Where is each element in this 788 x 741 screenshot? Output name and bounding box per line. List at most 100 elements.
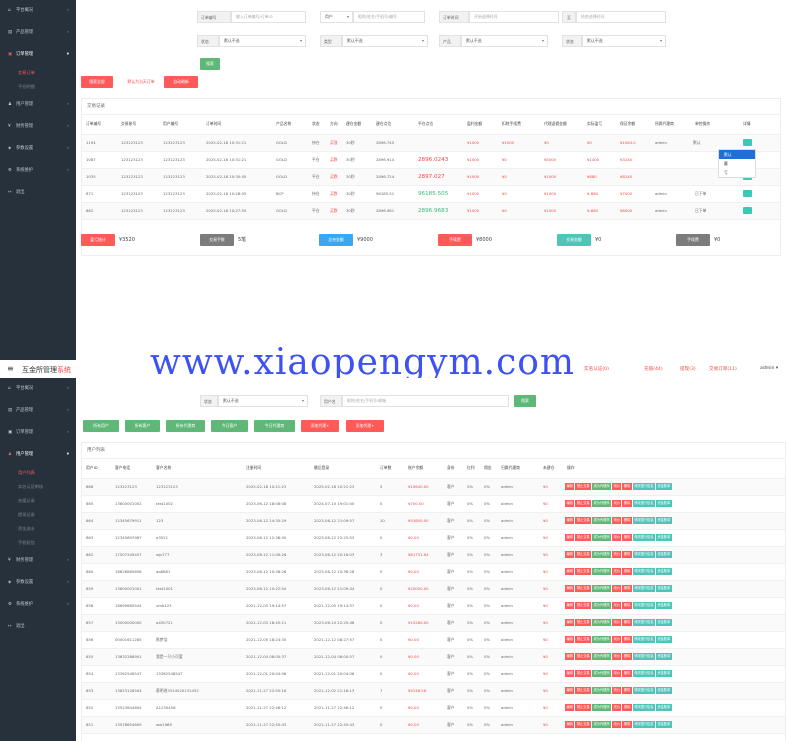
action-button[interactable]: 删除 <box>622 534 632 541</box>
action-button[interactable]: 禁止交易 <box>575 551 592 558</box>
action-button[interactable]: 编辑 <box>565 551 575 558</box>
search-button[interactable]: 搜索 <box>200 58 220 70</box>
action-button[interactable]: 资金账单 <box>655 568 672 575</box>
action-button[interactable]: 资金账单 <box>655 721 672 728</box>
notification-tag[interactable]: 提现(3) <box>680 366 696 372</box>
action-button[interactable]: 禁止交易 <box>575 687 592 694</box>
action-button[interactable]: 资金账单 <box>655 483 672 490</box>
action-button[interactable]: 禁止交易 <box>575 534 592 541</box>
action-button[interactable]: 成为代理商 <box>592 670 612 677</box>
product-select[interactable]: 默认不选 ▾ <box>461 35 548 47</box>
action-button[interactable]: 删除 <box>622 687 632 694</box>
action-button[interactable]: 编辑 <box>565 483 575 490</box>
action-button[interactable]: 资金账单 <box>655 517 672 524</box>
action-button[interactable]: 编辑 <box>565 602 575 609</box>
user-search-input[interactable]: 昵称/姓名/手机号/编号 <box>353 11 425 23</box>
action-button[interactable]: 改价 <box>612 721 622 728</box>
action-button[interactable]: 编辑 <box>565 534 575 541</box>
sidebar-subitem[interactable]: 平仓明细 <box>0 80 76 94</box>
action-button[interactable]: 禁止交易 <box>575 585 592 592</box>
action-button[interactable]: 编辑 <box>565 619 575 626</box>
action-button[interactable]: 删除 <box>622 619 632 626</box>
action-button[interactable]: 修改银行信息 <box>632 534 655 541</box>
action-button[interactable]: 禁止交易 <box>575 517 592 524</box>
sidebar-item[interactable]: ⌂ 平台概况 › <box>0 378 76 400</box>
action-button[interactable]: 改价 <box>612 585 622 592</box>
filter-tab[interactable]: 所有用户 <box>83 420 119 432</box>
sidebar-item[interactable]: ▤ 产品管理 › <box>0 400 76 422</box>
action-button[interactable]: 删除 <box>622 551 632 558</box>
action-button[interactable]: 删除 <box>622 585 632 592</box>
action-button[interactable]: 改价 <box>612 483 622 490</box>
filter-tab[interactable]: 添加代理+ <box>346 420 384 432</box>
action-button[interactable]: 资金账单 <box>655 585 672 592</box>
order-no-input[interactable]: 输入订单编号/订单ID <box>231 11 306 23</box>
type-select[interactable]: 默认不选 ▾ <box>342 35 428 47</box>
action-button[interactable]: 禁止交易 <box>575 670 592 677</box>
action-button[interactable]: 成为代理商 <box>592 500 612 507</box>
action-button[interactable]: 删除 <box>622 483 632 490</box>
sidebar-item[interactable]: ◈ 参数设置 › <box>0 572 76 594</box>
action-button[interactable]: 资金账单 <box>655 551 672 558</box>
action-button[interactable]: 编辑 <box>565 636 575 643</box>
detail-button[interactable] <box>743 207 752 214</box>
action-button[interactable]: 资金账单 <box>655 653 672 660</box>
notification-tag[interactable]: 充值(44) <box>644 366 663 372</box>
user-type-select[interactable]: 用户 ▾ <box>320 11 353 23</box>
dropdown-option[interactable]: 亏 <box>719 168 755 177</box>
action-button[interactable]: 成为代理商 <box>592 721 612 728</box>
action-button[interactable]: 改价 <box>612 517 622 524</box>
filter-tab[interactable]: 今日客户 <box>211 420 248 432</box>
state-select[interactable]: 默认不选 ▾ <box>582 35 666 47</box>
action-button[interactable]: 资金账单 <box>655 670 672 677</box>
action-button[interactable]: 改价 <box>612 500 622 507</box>
dropdown-option[interactable]: 赢 <box>719 159 755 168</box>
action-button[interactable]: 禁止交易 <box>575 721 592 728</box>
sidebar-item[interactable]: ¥ 财务管理 › <box>0 550 76 572</box>
action-button[interactable]: 改价 <box>612 534 622 541</box>
action-button[interactable]: 资金账单 <box>655 619 672 626</box>
sidebar-subitem[interactable]: 充值记录 <box>0 494 76 508</box>
default-today-button[interactable]: 默认为当天订单 <box>120 76 162 88</box>
menu-icon[interactable]: ≡ <box>7 364 14 373</box>
detail-button[interactable] <box>743 190 752 197</box>
action-button[interactable]: 修改银行信息 <box>632 619 655 626</box>
filter-tab[interactable]: 所有客户 <box>125 420 160 432</box>
detail-button[interactable] <box>743 139 752 146</box>
action-button[interactable]: 编辑 <box>565 585 575 592</box>
sidebar-item[interactable]: ♟ 用户管理 ▾ <box>0 444 76 466</box>
action-button[interactable]: 改价 <box>612 670 622 677</box>
auto-refresh-button[interactable]: 自动刷新 <box>164 76 198 88</box>
sidebar-item[interactable]: ⚙ 系统维护 › <box>0 160 76 182</box>
action-button[interactable]: 禁止交易 <box>575 602 592 609</box>
action-button[interactable]: 改价 <box>612 602 622 609</box>
action-button[interactable]: 删除 <box>622 602 632 609</box>
action-button[interactable]: 删除 <box>622 670 632 677</box>
action-button[interactable]: 修改银行信息 <box>632 551 655 558</box>
action-button[interactable]: 成为代理商 <box>592 602 612 609</box>
stat-label-button[interactable]: 总充金额 <box>319 234 353 246</box>
stat-label-button[interactable]: 交易手数 <box>200 234 234 246</box>
sidebar-subitem[interactable]: 实名认证审核 <box>0 480 76 494</box>
action-button[interactable]: 成为代理商 <box>592 568 612 575</box>
sidebar-subitem[interactable]: 提现记录 <box>0 508 76 522</box>
action-button[interactable]: 删除 <box>622 568 632 575</box>
action-button[interactable]: 资金账单 <box>655 602 672 609</box>
action-button[interactable]: 成为代理商 <box>592 687 612 694</box>
action-button[interactable]: 删除 <box>622 704 632 711</box>
stat-label-button[interactable]: 手续费 <box>676 234 710 246</box>
stat-label-button[interactable]: 盈亏统计 <box>81 234 115 246</box>
dropdown-option[interactable]: 默认 <box>719 150 755 159</box>
sidebar-item[interactable]: ⌂ 平台概况 › <box>0 0 76 22</box>
action-button[interactable]: 删除 <box>622 500 632 507</box>
action-button[interactable]: 改价 <box>612 568 622 575</box>
action-button[interactable]: 删除 <box>622 517 632 524</box>
action-button[interactable]: 编辑 <box>565 568 575 575</box>
action-button[interactable]: 删除 <box>622 721 632 728</box>
action-button[interactable]: 成为代理商 <box>592 534 612 541</box>
filter-tab[interactable]: 今日代理商 <box>254 420 295 432</box>
action-button[interactable]: 资金账单 <box>655 500 672 507</box>
action-button[interactable]: 修改银行信息 <box>632 568 655 575</box>
action-button[interactable]: 资金账单 <box>655 687 672 694</box>
action-button[interactable]: 修改银行信息 <box>632 653 655 660</box>
